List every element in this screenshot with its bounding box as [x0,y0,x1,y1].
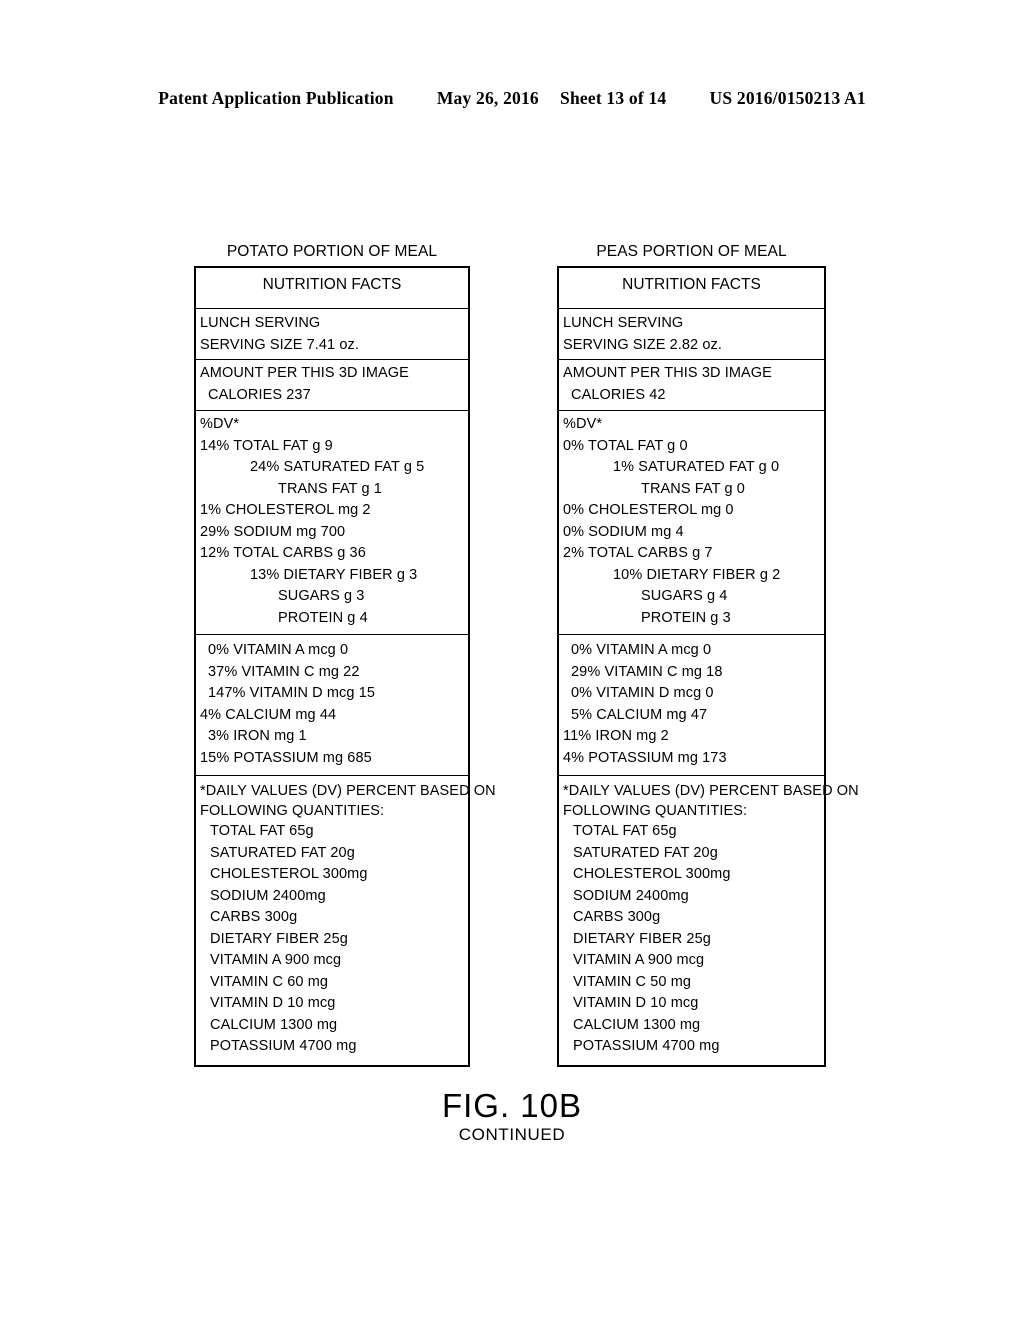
micronutrient-row: 4% CALCIUM mg 44 [200,706,337,723]
dv-reference-row: CALCIUM 1300 mg [573,1016,701,1033]
nutrient-row: TRANS FAT g 0 [641,480,745,497]
facts-heading-section: NUTRITION FACTS [559,268,824,309]
dv-reference-row: SATURATED FAT 20g [210,844,355,861]
nutrient-row: 12% TOTAL CARBS g 36 [200,545,366,561]
micronutrient-row: 0% VITAMIN A mcg 0 [571,642,712,658]
dv-reference-row: SODIUM 2400mg [210,887,326,904]
serving-meal-label: LUNCH SERVING [200,315,321,331]
nutrient-row: 1% CHOLESTEROL mg 2 [200,502,371,518]
nutrient-row: 0% SODIUM mg 4 [563,523,684,540]
dv-column-header: %DV* [200,416,240,432]
amount-section: AMOUNT PER THIS 3D IMAGE CALORIES 42 [559,360,824,411]
dv-reference-row: DIETARY FIBER 25g [210,930,348,947]
dv-reference-row: VITAMIN C 60 mg [210,973,329,990]
dv-reference-row: VITAMIN D 10 mcg [573,995,699,1011]
dv-reference-row: VITAMIN D 10 mcg [210,995,336,1011]
nutrient-row: 14% TOTAL FAT g 9 [200,437,333,454]
dv-reference-row: TOTAL FAT 65g [573,823,677,839]
nutrition-facts-heading: NUTRITION FACTS [622,276,761,293]
dv-reference-row: CARBS 300g [573,909,661,925]
dv-reference-row: CARBS 300g [210,909,298,925]
micronutrients-section: 0% VITAMIN A mcg 0 37% VITAMIN C mg 22 1… [196,635,468,776]
serving-section: LUNCH SERVING SERVING SIZE 2.82 oz. [559,309,824,360]
nutrient-row: SUGARS g 3 [278,588,365,604]
figure-number-label: FIG. 10B [441,1087,583,1124]
serving-size-label: SERVING SIZE 2.82 oz. [563,336,722,353]
nutrient-row: SUGARS g 4 [641,588,728,604]
nutrient-row: 0% CHOLESTEROL mg 0 [563,502,734,518]
dv-reference-row: VITAMIN C 50 mg [573,973,692,990]
dv-reference-row: POTASSIUM 4700 mg [210,1038,357,1054]
dv-reference-row: VITAMIN A 900 mcg [573,952,705,968]
calories-value: CALORIES 237 [208,386,311,403]
micronutrient-row: 5% CALCIUM mg 47 [571,706,708,723]
nutrient-row: 13% DIETARY FIBER g 3 [250,566,418,583]
nutrient-row: 29% SODIUM mg 700 [200,523,346,540]
dv-reference-row: CHOLESTEROL 300mg [210,866,368,882]
serving-section: LUNCH SERVING SERVING SIZE 7.41 oz. [196,309,468,360]
nutrient-row: 24% SATURATED FAT g 5 [250,459,425,475]
serving-size-label: SERVING SIZE 7.41 oz. [200,336,359,353]
nutrient-row: PROTEIN g 3 [641,609,731,626]
panel-title-potato: POTATO PORTION OF MEAL [226,243,438,260]
nutrition-facts-heading: NUTRITION FACTS [262,276,402,293]
nutrition-panel-potato: POTATO PORTION OF MEAL NUTRITION FACTS L… [194,243,496,1067]
micronutrient-row: 147% VITAMIN D mcg 15 [208,685,376,701]
dv-footnote-line-1: *DAILY VALUES (DV) PERCENT BASED ON [200,783,496,799]
nutrient-row: TRANS FAT g 1 [278,480,382,497]
nutrient-row: 10% DIETARY FIBER g 2 [613,566,781,583]
macronutrients-section: %DV* 14% TOTAL FAT g 9 24% SATURATED FAT… [196,411,468,635]
dv-footnote-line-1: *DAILY VALUES (DV) PERCENT BASED ON [563,783,859,799]
figure-continued-label: CONTINUED [458,1125,566,1144]
dv-reference-row: TOTAL FAT 65g [210,823,314,839]
calories-value: CALORIES 42 [571,386,666,403]
nutrient-row: 2% TOTAL CARBS g 7 [563,545,713,561]
micronutrient-row: 0% VITAMIN A mcg 0 [208,642,349,658]
amount-section: AMOUNT PER THIS 3D IMAGE CALORIES 237 [196,360,468,411]
micronutrient-row: 0% VITAMIN D mcg 0 [571,685,714,701]
dv-reference-row: SODIUM 2400mg [573,887,689,904]
daily-values-footnote-section: *DAILY VALUES (DV) PERCENT BASED ON FOLL… [196,776,496,1065]
micronutrient-row: 29% VITAMIN C mg 18 [571,663,723,680]
serving-meal-label: LUNCH SERVING [563,315,684,331]
micronutrient-row: 4% POTASSIUM mg 173 [563,749,727,766]
panel-title-peas: PEAS PORTION OF MEAL [596,243,787,260]
figure-caption: FIG. 10B CONTINUED [0,1088,1024,1145]
dv-footnote-line-2: FOLLOWING QUANTITIES: [200,803,385,819]
amount-per-label: AMOUNT PER THIS 3D IMAGE [563,365,772,381]
nutrition-facts-box-potato: NUTRITION FACTS LUNCH SERVING SERVING SI… [194,266,496,1067]
facts-heading-section: NUTRITION FACTS [196,268,468,309]
nutrition-panel-peas: PEAS PORTION OF MEAL NUTRITION FACTS LUN… [557,243,859,1067]
micronutrients-section: 0% VITAMIN A mcg 0 29% VITAMIN C mg 18 0… [559,635,824,776]
nutrient-row: PROTEIN g 4 [278,609,368,626]
nutrient-row: 0% TOTAL FAT g 0 [563,437,688,454]
nutrient-row: 1% SATURATED FAT g 0 [613,459,780,475]
dv-reference-row: SATURATED FAT 20g [573,844,718,861]
nutrition-facts-box-peas: NUTRITION FACTS LUNCH SERVING SERVING SI… [557,266,859,1067]
dv-reference-row: VITAMIN A 900 mcg [210,952,342,968]
dv-footnote-line-2: FOLLOWING QUANTITIES: [563,803,748,819]
dv-column-header: %DV* [563,416,603,432]
dv-reference-row: CALCIUM 1300 mg [210,1016,338,1033]
micronutrient-row: 15% POTASSIUM mg 685 [200,749,372,766]
figure-10b: POTATO PORTION OF MEAL NUTRITION FACTS L… [0,0,1024,1320]
dv-reference-row: CHOLESTEROL 300mg [573,866,731,882]
micronutrient-row: 11% IRON mg 2 [563,728,669,744]
micronutrient-row: 3% IRON mg 1 [208,728,307,744]
macronutrients-section: %DV* 0% TOTAL FAT g 0 1% SATURATED FAT g… [559,411,824,635]
daily-values-footnote-section: *DAILY VALUES (DV) PERCENT BASED ON FOLL… [559,776,859,1065]
dv-reference-row: DIETARY FIBER 25g [573,930,711,947]
amount-per-label: AMOUNT PER THIS 3D IMAGE [200,365,409,381]
micronutrient-row: 37% VITAMIN C mg 22 [208,663,360,680]
dv-reference-row: POTASSIUM 4700 mg [573,1038,720,1054]
